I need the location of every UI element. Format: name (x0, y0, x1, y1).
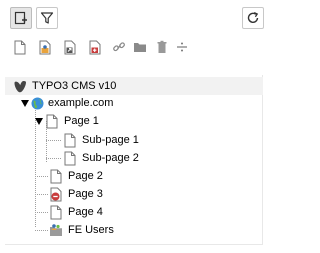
page-restricted-icon (49, 186, 63, 202)
folder-icon[interactable] (132, 39, 148, 55)
page-icon (63, 150, 77, 166)
tree-line (35, 230, 48, 231)
tree-root[interactable]: TYPO3 CMS v10 (5, 77, 263, 95)
tree-line (46, 158, 61, 159)
tree-node-page[interactable]: Page 3 (49, 185, 103, 203)
tree-node-site[interactable]: example.com (20, 94, 113, 112)
tree-node-label: Page 2 (68, 170, 103, 182)
tree-node-page[interactable]: Page 2 (49, 167, 103, 185)
filter-icon (40, 11, 54, 25)
page-icon (63, 132, 77, 148)
page-icon (45, 113, 59, 129)
filter-button[interactable] (36, 7, 58, 29)
tree-node-label: Page 4 (68, 206, 103, 218)
tree-node-label: Sub-page 2 (82, 152, 139, 164)
tree-node-label: FE Users (68, 224, 114, 236)
globe-icon (31, 95, 44, 111)
tree-node-page[interactable]: Page 4 (49, 203, 103, 221)
page-icon (49, 168, 63, 184)
page-icon[interactable] (12, 39, 28, 55)
shortcut-icon[interactable] (62, 39, 78, 55)
spacer-icon[interactable] (174, 39, 190, 55)
tree-node-label: Sub-page 1 (82, 134, 139, 146)
new-page-button[interactable] (10, 7, 32, 29)
tree-node-label: Page 3 (68, 188, 103, 200)
page-tree-toolbar (0, 0, 270, 31)
link-icon[interactable] (111, 39, 127, 55)
page-tree: TYPO3 CMS v10 example.com Page 1 Sub-pag… (5, 75, 263, 245)
tree-line (46, 140, 61, 141)
tree-line (35, 212, 48, 213)
tree-node-page[interactable]: Sub-page 1 (63, 131, 139, 149)
collapse-icon[interactable] (20, 94, 29, 112)
tree-node-page[interactable]: Page 1 (34, 112, 99, 130)
doktype-toolbar (0, 37, 270, 59)
tree-root-label: TYPO3 CMS v10 (32, 80, 117, 92)
recycler-icon[interactable] (154, 39, 170, 55)
tree-node-folder[interactable]: FE Users (49, 221, 114, 239)
tree-line (35, 176, 48, 177)
refresh-button[interactable] (242, 7, 264, 29)
new-page-icon (14, 11, 28, 25)
folder-users-icon (49, 222, 63, 238)
tree-node-label: example.com (48, 97, 114, 109)
mount-point-icon[interactable] (87, 39, 103, 55)
refresh-icon (246, 11, 260, 25)
page-icon (49, 204, 63, 220)
tree-node-label: Page 1 (64, 115, 99, 127)
tree-node-page[interactable]: Sub-page 2 (63, 149, 139, 167)
backend-user-section-icon[interactable] (37, 39, 53, 55)
typo3-logo-icon (13, 78, 27, 94)
tree-line (35, 194, 48, 195)
collapse-icon[interactable] (34, 112, 43, 130)
